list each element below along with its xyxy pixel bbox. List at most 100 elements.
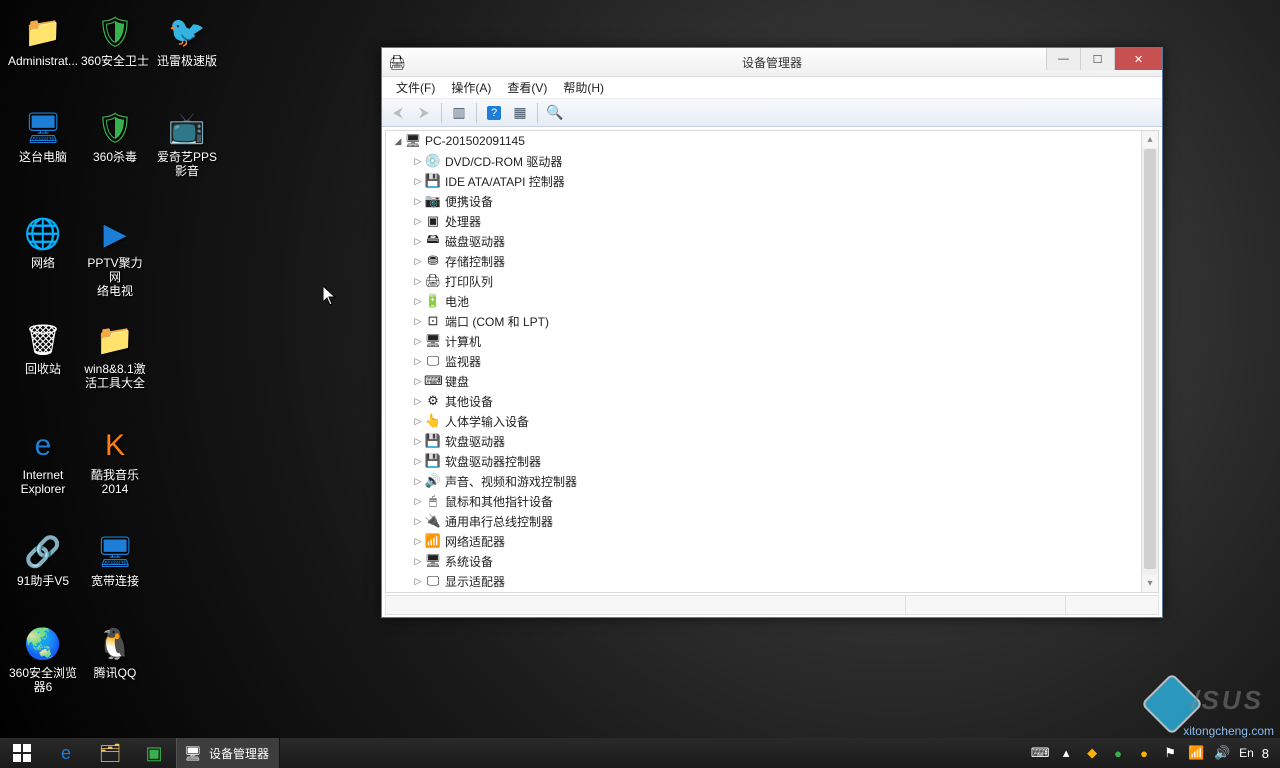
tree-node[interactable]: ▷📷便携设备 [386,191,1158,211]
desktop-icon-ie[interactable]: eInternet Explorer [8,426,78,496]
tree-node[interactable]: ▷🖥计算机 [386,331,1158,351]
tray-clock[interactable]: 8 [1262,746,1270,761]
back-button[interactable]: ⮜ [386,102,410,124]
desktop-icon-pptv[interactable]: ▶PPTV聚力 网 络电视 [80,214,150,298]
expand-icon[interactable]: ▷ [412,396,424,407]
tree-node[interactable]: ▷⌨键盘 [386,371,1158,391]
kuwo-music-icon: K [95,426,135,466]
close-button[interactable]: ✕ [1114,48,1162,70]
expand-icon[interactable]: ▷ [412,276,424,287]
expand-icon[interactable]: ▷ [412,456,424,467]
tree-node[interactable]: ▷🖱鼠标和其他指针设备 [386,491,1158,511]
keyboard-icon[interactable]: ⌨ [1031,744,1049,762]
tree-node[interactable]: ▷🖥系统设备 [386,551,1158,571]
taskbar-ie-icon[interactable]: e [44,738,88,768]
expand-icon[interactable]: ▷ [412,436,424,447]
tree-node[interactable]: ▷💾IDE ATA/ATAPI 控制器 [386,171,1158,191]
expand-icon[interactable]: ▷ [412,536,424,547]
start-button[interactable] [0,738,44,768]
scan-hardware-button[interactable]: 🔍 [543,102,567,124]
expand-icon[interactable]: ▷ [412,336,424,347]
tree-node[interactable]: ▷🖴磁盘驱动器 [386,231,1158,251]
expand-icon[interactable]: ▷ [412,576,424,587]
menu-help[interactable]: 帮助(H) [555,79,612,96]
collapse-icon[interactable]: ◢ [392,136,404,147]
tree-node[interactable]: ▷📶网络适配器 [386,531,1158,551]
expand-icon[interactable]: ▷ [412,556,424,567]
tree-node[interactable]: ▷🖵显示适配器 [386,571,1158,591]
tray-360-icon[interactable]: ● [1109,744,1127,762]
tree-node[interactable]: ▷🖵监视器 [386,351,1158,371]
tree-node[interactable]: ▷⛃存储控制器 [386,251,1158,271]
desktop-icon-this-pc[interactable]: 🖥这台电脑 [8,108,78,164]
desktop-icon-administrator[interactable]: 📁Administrat... [8,12,78,68]
show-hide-tree-button[interactable]: ▥ [447,102,471,124]
expand-icon[interactable]: ▷ [412,416,424,427]
tree-node[interactable]: ▷🔌通用串行总线控制器 [386,511,1158,531]
desktop-icon-kuwo-music[interactable]: K酷我音乐 2014 [80,426,150,496]
desktop-icon-360-browser[interactable]: 🌏360安全浏览 器6 [8,624,78,694]
expand-icon[interactable]: ▷ [412,156,424,167]
expand-icon[interactable]: ▷ [412,496,424,507]
expand-icon[interactable]: ▷ [412,516,424,527]
360-browser-icon: 🌏 [23,624,63,664]
taskbar-iqiyi-icon[interactable]: ▣ [132,738,176,768]
desktop-icon-91-helper[interactable]: 🔗91助手V5 [8,532,78,588]
tree-node[interactable]: ▷💾软盘驱动器控制器 [386,451,1158,471]
forward-button[interactable]: ⮞ [412,102,436,124]
expand-icon[interactable]: ▷ [412,316,424,327]
expand-icon[interactable]: ▷ [412,356,424,367]
expand-icon[interactable]: ▷ [412,296,424,307]
tree-node[interactable]: ▷🔊声音、视频和游戏控制器 [386,471,1158,491]
desktop-icon-qq[interactable]: 🐧腾讯QQ [80,624,150,680]
expand-icon[interactable]: ▷ [412,376,424,387]
tree-node[interactable]: ▷🔋电池 [386,291,1158,311]
expand-icon[interactable]: ▷ [412,256,424,267]
desktop-icon-360-safe[interactable]: 🛡360安全卫士 [80,12,150,68]
expand-icon[interactable]: ▷ [412,236,424,247]
desktop-icon-broadband[interactable]: 🖥宽带连接 [80,532,150,588]
tray-shield-icon[interactable]: ◆ [1083,744,1101,762]
tray-360sd-icon[interactable]: ● [1135,744,1153,762]
tree-node[interactable]: ▷🖨打印队列 [386,271,1158,291]
scroll-thumb[interactable] [1144,149,1156,569]
menu-file[interactable]: 文件(F) [388,79,443,96]
tray-volume-icon[interactable]: 🔊 [1213,744,1231,762]
tree-node[interactable]: ▷▣处理器 [386,211,1158,231]
help-button[interactable]: ? [482,102,506,124]
scroll-up-button[interactable]: ▴ [1142,131,1158,148]
tray-action-center-icon[interactable]: ⚑ [1161,744,1179,762]
desktop-icon-360-antivirus[interactable]: 🛡360杀毒 [80,108,150,164]
device-category-icon: 📶 [424,533,442,549]
tree-node[interactable]: ▷⊡端口 (COM 和 LPT) [386,311,1158,331]
scroll-down-button[interactable]: ▾ [1142,575,1158,592]
tree-node[interactable]: ▷💿DVD/CD-ROM 驱动器 [386,151,1158,171]
minimize-button[interactable]: — [1046,48,1080,70]
expand-icon[interactable]: ▷ [412,196,424,207]
properties-button[interactable]: ▦ [508,102,532,124]
maximize-button[interactable]: ☐ [1080,48,1114,70]
tray-chevron-up-icon[interactable]: ▴ [1057,744,1075,762]
desktop-icon-label: 360安全卫士 [80,54,150,68]
title-bar[interactable]: 🖨 设备管理器 — ☐ ✕ [382,48,1162,77]
tree-root[interactable]: ◢🖥PC-201502091145 [386,131,1158,151]
tree-scrollbar[interactable]: ▴ ▾ [1141,131,1158,592]
desktop-icon-thunder-speed[interactable]: 🐦迅雷极速版 [152,12,222,68]
taskbar-task-device-manager[interactable]: 🖥 设备管理器 [176,738,280,768]
tray-network-icon[interactable]: 📶 [1187,744,1205,762]
tree-node[interactable]: ▷💾软盘驱动器 [386,431,1158,451]
expand-icon[interactable]: ▷ [412,476,424,487]
expand-icon[interactable]: ▷ [412,176,424,187]
menu-view[interactable]: 查看(V) [499,79,555,96]
tree-node[interactable]: ▷⚙其他设备 [386,391,1158,411]
tray-lang-indicator[interactable]: En [1239,746,1254,760]
desktop-icon-recycle-bin[interactable]: 🗑回收站 [8,320,78,376]
device-tree[interactable]: ◢🖥PC-201502091145▷💿DVD/CD-ROM 驱动器▷💾IDE A… [385,130,1159,593]
taskbar-explorer-icon[interactable]: 🗂 [88,738,132,768]
desktop-icon-network[interactable]: 🌐网络 [8,214,78,270]
expand-icon[interactable]: ▷ [412,216,424,227]
desktop-icon-iqiyi-pps[interactable]: 📺爱奇艺PPS 影音 [152,108,222,178]
desktop-icon-win8-activate[interactable]: 📁win8&8.1激 活工具大全 [80,320,150,390]
tree-node[interactable]: ▷👆人体学输入设备 [386,411,1158,431]
menu-action[interactable]: 操作(A) [443,79,499,96]
